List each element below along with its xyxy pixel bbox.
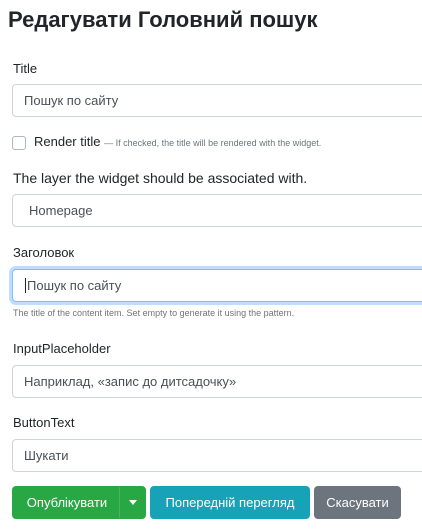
button-text-input[interactable]: Шукати bbox=[12, 439, 422, 472]
render-title-text: Render title bbox=[34, 134, 101, 149]
cancel-button[interactable]: Скасувати bbox=[314, 486, 401, 519]
placeholder-label: InputPlaceholder bbox=[13, 341, 111, 356]
preview-button[interactable]: Попередній перегляд bbox=[150, 486, 310, 519]
heading-input[interactable]: Пошук по сайту bbox=[12, 269, 422, 302]
render-title-checkbox[interactable] bbox=[12, 136, 26, 150]
button-text-label: ButtonText bbox=[13, 415, 75, 430]
publish-button[interactable]: Опублікувати bbox=[12, 486, 146, 519]
text-caret bbox=[25, 278, 26, 294]
placeholder-input[interactable]: Наприклад, «запис до дитсадочку» bbox=[12, 365, 422, 398]
layer-select[interactable]: Homepage bbox=[12, 194, 422, 227]
title-label: Title bbox=[13, 61, 38, 76]
publish-dropdown-toggle[interactable] bbox=[119, 487, 145, 518]
render-title-hint: — If checked, the title will be rendered… bbox=[104, 138, 322, 148]
heading-input-value: Пошук по сайту bbox=[27, 278, 122, 293]
heading-hint: The title of the content item. Set empty… bbox=[13, 308, 295, 318]
publish-button-label: Опублікувати bbox=[26, 495, 108, 510]
layer-label: The layer the widget should be associate… bbox=[13, 170, 308, 186]
chevron-down-icon bbox=[128, 500, 137, 505]
heading-label: Заголовок bbox=[13, 245, 75, 260]
page-title: Редагувати Головний пошук bbox=[8, 7, 318, 32]
title-input[interactable]: Пошук по сайту bbox=[12, 84, 422, 117]
render-title-label[interactable]: Render title — If checked, the title wil… bbox=[34, 134, 321, 149]
